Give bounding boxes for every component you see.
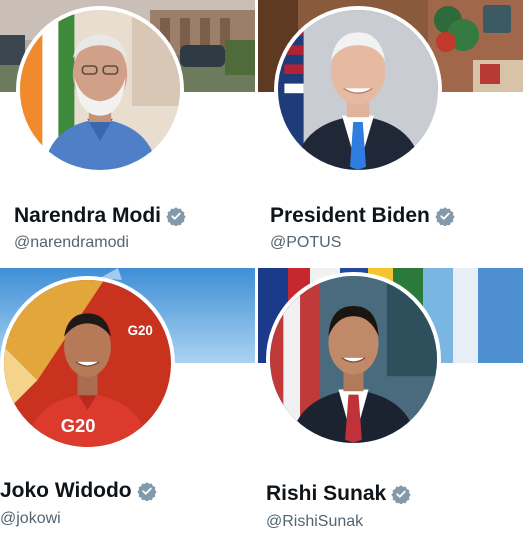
handle[interactable]: @RishiSunak [266,513,363,531]
g20-logo-text: G20 [128,323,153,338]
avatar[interactable] [266,272,441,447]
display-name-text: President Biden [270,204,430,227]
avatar[interactable] [274,6,442,174]
verified-badge-icon [166,207,186,226]
profile-card-sunak[interactable]: Rishi Sunak @RishiSunak [258,268,523,539]
handle[interactable]: @narendramodi [14,234,129,252]
avatar[interactable]: G20 G20 [0,276,175,451]
profile-card-biden[interactable]: President Biden @POTUS [258,0,523,265]
display-name[interactable]: Rishi Sunak [266,482,411,506]
display-name-text: Joko Widodo [0,479,132,502]
verified-badge-icon [136,482,157,501]
display-name-text: Rishi Sunak [266,482,387,505]
display-name-text: Narendra Modi [14,204,162,227]
verified-badge-icon [391,485,411,504]
display-name[interactable]: President Biden [270,204,455,228]
handle[interactable]: @POTUS [270,234,341,252]
verified-badge-icon [435,207,455,226]
profile-card-modi[interactable]: Narendra Modi @narendramodi [0,0,255,265]
jacket-g20-text: G20 [61,415,96,436]
profile-card-jokowi[interactable]: G20 G20 Joko Widodo @jokowi [0,268,255,539]
display-name[interactable]: Joko Widodo [0,479,157,503]
avatar[interactable] [16,6,184,174]
handle[interactable]: @jokowi [0,510,61,528]
display-name[interactable]: Narendra Modi [14,204,186,228]
